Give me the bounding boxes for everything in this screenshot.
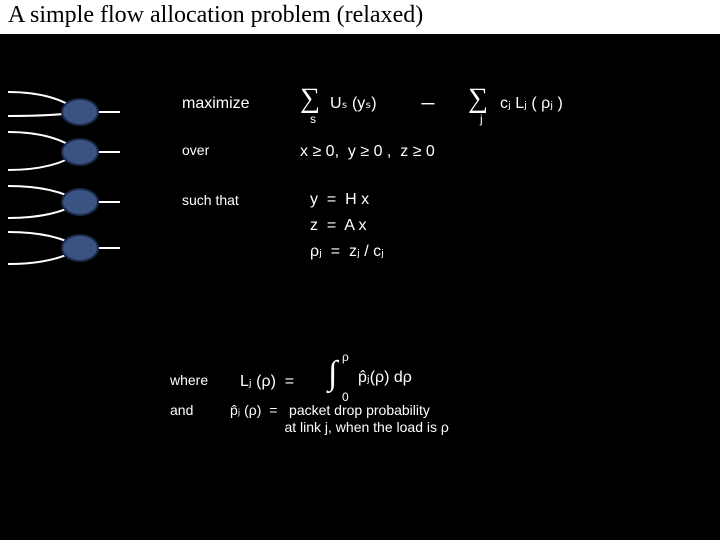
label-over: over: [182, 142, 209, 159]
objective-term1: Uₛ (yₛ): [330, 94, 377, 113]
Ldef-lhs: Lⱼ (ρ) =: [240, 372, 294, 391]
sigma2-sub: j: [480, 112, 483, 126]
label-such-that: such that: [182, 192, 239, 209]
label-maximize: maximize: [182, 94, 250, 113]
objective-term2: cⱼ Lⱼ ( ρⱼ ): [500, 94, 563, 113]
slide-body: maximize ∑ s Uₛ (yₛ) − ∑ j cⱼ Lⱼ ( ρⱼ ) …: [0, 34, 720, 540]
over-constraints: x ≥ 0, y ≥ 0 , z ≥ 0: [300, 142, 435, 161]
network-diagram: [0, 74, 160, 274]
sigma2-icon: ∑: [468, 82, 488, 116]
sigma1-icon: ∑: [300, 82, 320, 116]
page-title: A simple flow allocation problem (relaxe…: [8, 2, 712, 29]
sigma1-sub: s: [310, 112, 316, 126]
minus-icon: −: [420, 88, 436, 122]
title-bar: A simple flow allocation problem (relaxe…: [0, 0, 720, 34]
Ldef-integrand: p̂ⱼ(ρ) dρ: [358, 368, 412, 387]
label-where: where: [170, 372, 208, 389]
integral-icon: ∫: [328, 354, 337, 395]
constraint-1: y = H x: [310, 190, 369, 209]
constraint-3: ρⱼ = zⱼ / cⱼ: [310, 242, 384, 261]
label-and: and: [170, 402, 193, 419]
constraint-2: z = A x: [310, 216, 366, 235]
integral-ub: ρ: [342, 350, 349, 364]
pdef: p̂ⱼ (ρ) = packet drop probability at lin…: [230, 402, 449, 436]
